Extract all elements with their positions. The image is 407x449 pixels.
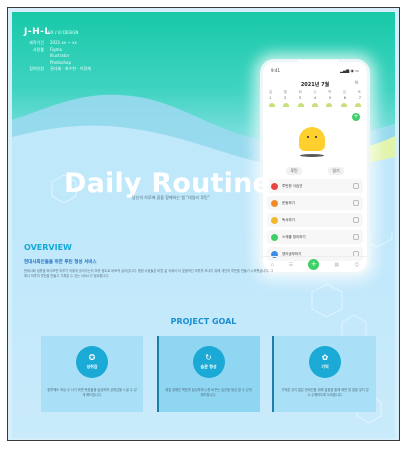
project-meta: 제작기간 2021.xx ~ xx 사용툴 Figma Illustrator Ph… (24, 40, 91, 73)
brand-logo: J-H-L (24, 27, 51, 37)
month-title: 2021년 7월 (300, 82, 330, 88)
checkbox[interactable] (353, 183, 359, 189)
meta-value: 권다혜 · 최수현 · 이정재 (50, 66, 91, 71)
mascot-shadow (300, 154, 324, 157)
overview-body: 현대사회 생활을 하다보면 하루가 어떻게 흘러가는지 모를 정도로 바쁘게 살… (24, 269, 274, 278)
list-item[interactable]: 스케줄 정리하기 (267, 230, 363, 244)
routine-icon (271, 233, 278, 241)
phone-mockup: 9:41 ▂▄▆ ◉ ▭ 2021년 7월 ⚙ 일 월 화 수 목 금 토 1 … (260, 59, 370, 275)
page-canvas: J-H-L UX / UI DESIGN 제작기간 2021.xx ~ xx 사용… (12, 12, 395, 438)
weekday-label: 토 (357, 90, 361, 94)
tab-diary[interactable]: 일기 (328, 167, 344, 175)
date-cell[interactable]: 6 (344, 96, 346, 100)
list-item-label: 운동하기 (282, 200, 295, 205)
goal-cards: ✪ 성취감 한루에도 포상 수 너가 하면 목표들을 달성하며 성취감을 느낄 … (41, 336, 376, 412)
list-item-label: 독서하기 (282, 217, 295, 222)
goal-badge: ✪ 성취감 (76, 346, 108, 378)
add-routine-icon[interactable]: + (308, 259, 320, 270)
weekday-label: 수 (313, 90, 317, 94)
home-icon[interactable]: ⌂ (271, 262, 274, 268)
list-item[interactable]: 독서하기 (267, 213, 363, 227)
date-cell[interactable]: 2 (284, 96, 286, 100)
checkbox[interactable] (353, 234, 359, 240)
list-item[interactable]: 운동하기 (267, 196, 363, 210)
list-item-label: 스케줄 정리하기 (282, 234, 306, 239)
refresh-icon: ↻ (205, 353, 212, 362)
project-goal-heading: PROJECT GOAL (170, 317, 237, 326)
goal-text: 한루에도 포상 수 너가 하면 목표들을 달성하며 성취감을 느낄 수 있게 해… (47, 388, 137, 397)
calendar-icon[interactable]: ▦ (334, 262, 339, 268)
phone-tabs: 루틴 일기 (273, 167, 357, 175)
progress-dot (283, 103, 290, 107)
medal-icon: ✪ (88, 353, 96, 362)
hero-subtitle: 당신의 하루에 광을 함께하는 앱 "데일리 루틴" (132, 195, 210, 200)
routine-list: 루틴한 식습관 운동하기 독서하기 스케줄 정리하기 영어공부하기 (267, 179, 363, 264)
progress-dot (311, 103, 318, 107)
weekday-label: 일 (269, 90, 273, 94)
phone-status-bar: 9:41 ▂▄▆ ◉ ▭ (271, 68, 359, 73)
date-cell[interactable]: 3 (299, 96, 301, 100)
progress-dot (269, 103, 275, 107)
goal-label: 습관 형성 (200, 364, 217, 369)
tab-routine[interactable]: 루틴 (286, 167, 302, 175)
phone-notch (298, 60, 338, 67)
weekday-label: 목 (328, 90, 332, 94)
overview-heading: OVERVIEW (24, 243, 72, 252)
goal-label: 기억 (321, 364, 329, 369)
date-row: 1 2 3 4 5 6 7 (269, 96, 361, 100)
routine-icon (271, 216, 278, 224)
goal-card: ✿ 기억 기억할 것이 많은 현대인을 위해 일정을 통해 매번 할 일을 잊지… (274, 336, 376, 412)
date-cell[interactable]: 4 (314, 96, 316, 100)
brand-tag: UX / UI DESIGN (48, 30, 79, 35)
status-icons: ▂▄▆ ◉ ▭ (339, 68, 359, 73)
goal-badge: ↻ 습관 형성 (192, 346, 225, 378)
checkbox[interactable] (353, 200, 359, 206)
meta-row: 참여인원 권다혜 · 최수현 · 이정재 (24, 66, 91, 73)
progress-dot (326, 103, 333, 107)
gear-icon[interactable]: ⚙ (355, 80, 359, 86)
progress-dot (297, 103, 304, 107)
meta-key: 참여인원 (29, 66, 44, 71)
list-item-label: 루틴한 식습관 (282, 183, 303, 188)
list-icon[interactable]: ☰ (289, 262, 293, 268)
card-divider (157, 336, 159, 412)
date-cell[interactable]: 1 (269, 96, 271, 100)
weekday-label: 금 (342, 90, 347, 94)
progress-dot (354, 103, 361, 107)
phone-bottom-nav: ⌂ ☰ + ▦ ☺ (263, 256, 367, 272)
goal-card: ↻ 습관 형성 매일 정해진 목표를 달성하며 나를 바꾸는 습관을 형성 할 … (157, 336, 260, 412)
screenshot-frame: J-H-L UX / UI DESIGN 제작기간 2021.xx ~ xx 사용… (7, 7, 400, 441)
date-cell[interactable]: 5 (329, 96, 331, 100)
weekday-row: 일 월 화 수 목 금 토 (269, 90, 361, 95)
brain-icon: ✿ (321, 353, 329, 362)
list-item[interactable]: 루틴한 식습관 (267, 179, 363, 193)
status-time: 9:41 (271, 68, 280, 73)
routine-icon (271, 199, 278, 207)
weekday-label: 월 (283, 90, 288, 94)
date-cell[interactable]: 7 (359, 96, 361, 100)
weekday-label: 화 (298, 90, 302, 94)
mascot-character (299, 127, 325, 151)
goal-badge: ✿ 기억 (309, 346, 341, 378)
progress-dot (340, 103, 347, 107)
routine-icon (271, 182, 278, 190)
profile-icon[interactable]: ☺ (354, 262, 359, 268)
goal-card: ✪ 성취감 한루에도 포상 수 너가 하면 목표들을 달성하며 성취감을 느낄 … (41, 336, 143, 412)
goal-label: 성취감 (86, 364, 98, 369)
add-icon[interactable]: + (352, 113, 360, 121)
checkbox[interactable] (353, 217, 359, 223)
card-divider (272, 336, 274, 412)
overview-subheading: 현대사회인들을 위한 루틴 형성 서비스 (24, 260, 97, 265)
routine-progress-row (269, 103, 361, 107)
goal-text: 기억할 것이 많은 현대인을 위해 일정을 통해 매번 할 일을 잊지 않고 수… (281, 388, 369, 397)
goal-text: 매일 정해진 목표를 달성하며 나를 바꾸는 습관을 형성 할 수 있게 해드립… (165, 388, 252, 397)
